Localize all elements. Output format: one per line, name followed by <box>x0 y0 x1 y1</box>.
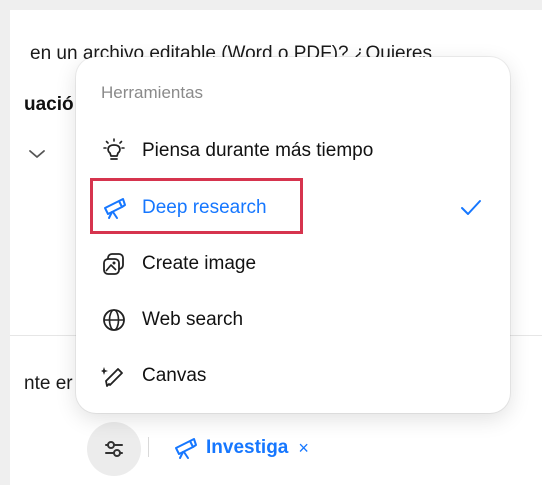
menu-item-label: Web search <box>142 309 244 330</box>
checkmark-icon <box>461 200 481 215</box>
globe-icon <box>101 307 127 333</box>
chevron-down-icon[interactable] <box>28 148 46 160</box>
sliders-icon <box>105 441 123 457</box>
composer-text[interactable]: nte er <box>24 373 73 395</box>
menu-item-label: Canvas <box>142 365 207 386</box>
pen-sparkle-icon <box>101 363 127 389</box>
tools-menu: Herramientas Piensa durante más tiempo D… <box>76 57 510 413</box>
image-stack-icon <box>101 251 127 277</box>
menu-item-web-search[interactable]: Web search <box>76 300 510 340</box>
menu-item-label: Piensa durante más tiempo <box>142 140 374 161</box>
menu-item-canvas[interactable]: Canvas <box>76 356 510 396</box>
tools-button[interactable] <box>87 422 141 476</box>
menu-item-think-longer[interactable]: Piensa durante más tiempo <box>76 131 510 171</box>
telescope-icon <box>101 195 127 221</box>
chip-label: Investiga <box>206 437 289 458</box>
message-bold-text: uació <box>24 94 74 115</box>
toolbar-separator <box>148 437 149 457</box>
menu-item-label: Create image <box>142 253 257 274</box>
chip-remove-button[interactable]: × <box>298 438 309 459</box>
active-tool-chip[interactable]: Investiga × <box>172 433 309 463</box>
menu-item-deep-research[interactable]: Deep research <box>76 188 510 228</box>
menu-item-create-image[interactable]: Create image <box>76 244 510 284</box>
menu-item-label: Deep research <box>142 197 267 218</box>
menu-heading: Herramientas <box>101 83 204 102</box>
lightbulb-icon <box>101 138 127 164</box>
telescope-icon <box>175 438 197 459</box>
